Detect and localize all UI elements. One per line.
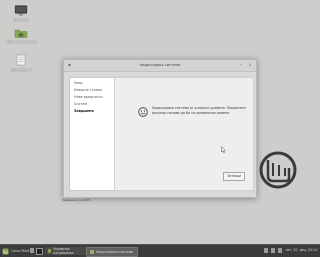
- steps-sidebar: Увод Изворне ставке Нове вредности Систе…: [69, 77, 115, 191]
- mint-menu-icon: [2, 248, 9, 254]
- dialog-titlebar[interactable]: ▪ Надоградња система ‒ ×: [64, 60, 256, 72]
- mint-logo-icon: [259, 151, 297, 189]
- step-item: Изворне ставке: [74, 88, 102, 93]
- show-desktop-icon[interactable]: [30, 248, 34, 253]
- desktop-icon-label: Рачунар: [13, 18, 29, 22]
- clock[interactable]: пет, 20. дец, 20:14: [285, 248, 317, 252]
- close-button[interactable]: Затвори: [223, 172, 245, 181]
- desktop-icon-computer[interactable]: Рачунар: [4, 5, 38, 22]
- taskbar: Linux Mint Управник ажурирања Надоградња…: [0, 244, 320, 257]
- step-item: Увод: [74, 81, 83, 86]
- desktop-icon-documents[interactable]: Документи: [4, 54, 38, 72]
- task-label: Управник ажурирања: [53, 247, 74, 255]
- volume-icon[interactable]: [271, 248, 275, 253]
- document-icon: [16, 54, 26, 66]
- completion-message: Надоградња система је успешно урађена. П…: [152, 106, 246, 115]
- network-icon[interactable]: [264, 248, 268, 253]
- system-tray: [264, 248, 282, 253]
- terminal-icon[interactable]: [36, 248, 43, 255]
- minimize-icon[interactable]: ‒: [239, 63, 242, 67]
- close-icon[interactable]: ×: [249, 63, 252, 67]
- mouse-cursor-icon: [221, 146, 226, 153]
- menu-label: Linux Mint: [11, 249, 30, 253]
- task-label: Надоградња система: [96, 250, 134, 254]
- desktop-icon-label: Личне фасцикле: [5, 40, 37, 44]
- progress-text: Завршено је 100%: [62, 198, 91, 202]
- computer-icon: [14, 5, 28, 16]
- dialog-title: Надоградња система: [139, 63, 181, 67]
- step-item: Систем: [74, 101, 88, 106]
- desktop-icon-home[interactable]: Личне фасцикле: [4, 28, 38, 44]
- menu-button[interactable]: Linux Mint: [2, 247, 29, 255]
- smiley-icon: [138, 107, 148, 117]
- upgrade-icon: [90, 250, 94, 254]
- taskbar-item-update-manager[interactable]: Управник ажурирања: [45, 247, 87, 255]
- desktop-icon-label: Документи: [10, 68, 32, 72]
- home-folder-icon: [14, 29, 28, 38]
- shield-icon[interactable]: [278, 248, 282, 253]
- step-item-active: Завршено: [74, 108, 94, 113]
- content-area: Надоградња система је успешно урађена. П…: [114, 77, 254, 191]
- upgrade-dialog: ▪ Надоградња система ‒ × Увод Изворне ст…: [63, 59, 257, 198]
- step-item: Нове вредности: [74, 94, 103, 99]
- update-icon: [48, 249, 52, 253]
